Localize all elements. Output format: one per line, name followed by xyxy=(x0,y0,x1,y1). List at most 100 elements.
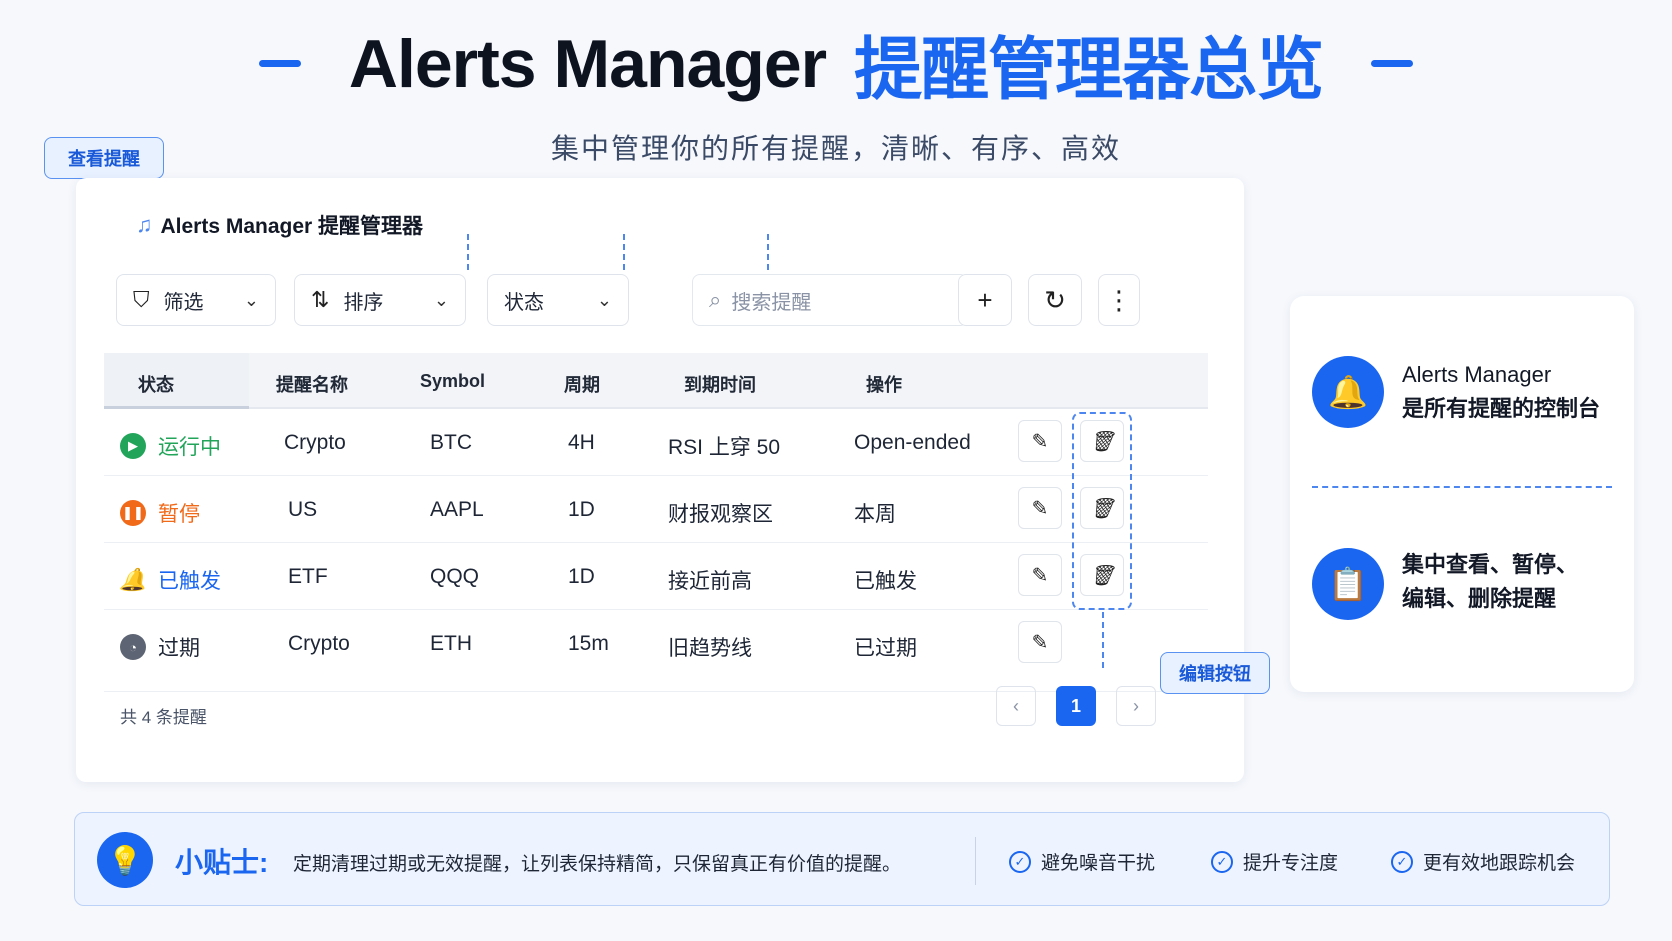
tip-bullet: ✓ 提升专注度 xyxy=(1211,848,1338,875)
edit-buttons-highlight xyxy=(1072,412,1132,610)
edit-button[interactable]: ✎ xyxy=(1018,420,1062,462)
alert-name: Crypto xyxy=(284,431,346,454)
page-subtitle: 集中管理你的所有提醒，清晰、有序、高效 xyxy=(550,133,1121,164)
pencil-icon: ✎ xyxy=(1031,564,1049,587)
alert-period: 1D xyxy=(568,565,595,588)
title-zh: 提醒管理器总览 xyxy=(854,32,1324,108)
sort-connector xyxy=(623,234,625,270)
clock-icon: ◔ xyxy=(120,634,146,660)
table-row[interactable]: 🔔 已触发 ETF QQQ 1D 接近前高 已触发 ✎ 🗑 xyxy=(104,543,1208,610)
tip-label: 小贴士: xyxy=(175,847,269,878)
more-vertical-icon: ⋮ xyxy=(1106,284,1132,315)
chevron-down-icon: ⌄ xyxy=(243,289,259,310)
alert-name: Crypto xyxy=(288,632,350,655)
alert-symbol: QQQ xyxy=(430,565,480,588)
alert-expiry: 已过期 xyxy=(854,637,917,660)
alert-period: 4H xyxy=(568,431,595,454)
callout-view-alerts: 查看提醒 xyxy=(44,137,164,179)
edit-connector xyxy=(1102,612,1104,668)
page-number-button[interactable]: 1 xyxy=(1056,686,1096,726)
alert-condition: 财报观察区 xyxy=(668,503,773,526)
check-circle-icon: ✓ xyxy=(1391,850,1413,873)
edit-button[interactable]: ✎ xyxy=(1018,621,1062,663)
alert-symbol: AAPL xyxy=(430,498,484,521)
check-circle-icon: ✓ xyxy=(1211,850,1233,873)
alert-name: ETF xyxy=(288,565,328,588)
chevron-right-icon: › xyxy=(1133,695,1139,716)
lightbulb-icon: 💡 xyxy=(97,832,153,888)
tip-bullet: ✓ 避免噪音干扰 xyxy=(1009,848,1155,875)
panel-title: ♫ Alerts Manager 提醒管理器 xyxy=(136,212,424,238)
bell-icon: 🔔 xyxy=(119,567,147,592)
filter-icon: ⛉ xyxy=(133,287,150,312)
alert-condition: RSI 上穿 50 xyxy=(668,436,781,459)
refresh-button[interactable]: ↻ xyxy=(1028,274,1082,326)
total-count: 共 4 条提醒 xyxy=(120,708,207,727)
more-menu-button[interactable]: ⋮ xyxy=(1098,274,1140,326)
alert-expiry: 本周 xyxy=(854,503,896,526)
add-alert-button[interactable]: + xyxy=(958,274,1012,326)
status-dropdown[interactable]: 状态 ⌄ xyxy=(487,274,629,326)
table-header: 状态 提醒名称 Symbol 周期 到期时间 操作 xyxy=(104,353,1208,409)
sort-icon: ⇅ xyxy=(311,287,330,312)
callout-edit-button: 编辑按钮 xyxy=(1160,652,1270,694)
chevron-down-icon: ⌄ xyxy=(596,289,612,310)
column-header: 提醒名称 xyxy=(276,375,348,395)
table-row[interactable]: ◔ 过期 Crypto ETH 15m 旧趋势线 已过期 ✎ xyxy=(104,610,1208,692)
alert-expiry: 已触发 xyxy=(854,570,917,593)
alert-symbol: BTC xyxy=(430,431,472,454)
sort-dropdown[interactable]: ⇅ 排序 ⌄ xyxy=(294,274,466,326)
alerts-panel: ♫ Alerts Manager 提醒管理器 ⛉ 筛选 ⌄ ⇅ 排序 ⌄ 状态 … xyxy=(76,178,1244,782)
tip-bar: 💡 小贴士: 定期清理过期或无效提醒，让列表保持精简，只保留真正有价值的提醒。 … xyxy=(74,812,1610,906)
table-row[interactable]: ▶ 运行中 Crypto BTC 4H RSI 上穿 50 Open-ended… xyxy=(104,409,1208,476)
column-header: 周期 xyxy=(564,375,600,395)
alert-condition: 接近前高 xyxy=(668,570,752,593)
divider xyxy=(1312,486,1612,488)
title-dash-left xyxy=(258,60,301,67)
clipboard-icon: 📋 xyxy=(1312,548,1384,620)
alert-name: US xyxy=(288,498,318,521)
divider xyxy=(975,837,976,885)
tip-text: 定期清理过期或无效提醒，让列表保持精简，只保留真正有价值的提醒。 xyxy=(293,854,902,875)
search-input[interactable]: ⌕ 搜索提醒 xyxy=(692,274,968,326)
title-dash-right xyxy=(1371,60,1414,67)
check-circle-icon: ✓ xyxy=(1009,850,1031,873)
title-en: Alerts Manager xyxy=(348,25,827,102)
alert-expiry: Open-ended xyxy=(854,431,971,454)
pencil-icon: ✎ xyxy=(1031,430,1049,453)
bell-icon: ♫ xyxy=(136,212,153,237)
info-card-text-1: Alerts Manager 是所有提醒的控制台 xyxy=(1402,362,1601,421)
info-card-text-2: 集中查看、暂停、 编辑、删除提醒 xyxy=(1402,552,1579,611)
bell-icon: 🔔 xyxy=(1312,356,1384,428)
alert-period: 15m xyxy=(568,632,609,655)
pause-icon: ❚❚ xyxy=(120,500,146,526)
status-running: ▶ 运行中 xyxy=(120,431,221,461)
status-connector xyxy=(767,234,769,270)
edit-button[interactable]: ✎ xyxy=(1018,554,1062,596)
prev-page-button[interactable]: ‹ xyxy=(996,686,1036,726)
column-header: 操作 xyxy=(866,375,902,395)
column-header: 状态 xyxy=(138,375,174,395)
filter-dropdown[interactable]: ⛉ 筛选 ⌄ xyxy=(116,274,276,326)
column-header: 到期时间 xyxy=(684,375,756,395)
filter-connector xyxy=(467,234,469,270)
pencil-icon: ✎ xyxy=(1031,631,1049,654)
status-paused: ❚❚ 暂停 xyxy=(120,498,200,528)
column-header: Symbol xyxy=(420,371,486,391)
edit-button[interactable]: ✎ xyxy=(1018,487,1062,529)
status-triggered: 🔔 已触发 xyxy=(119,567,221,593)
alert-period: 1D xyxy=(568,498,595,521)
pencil-icon: ✎ xyxy=(1031,497,1049,520)
play-icon: ▶ xyxy=(120,433,146,459)
info-card: 🔔 Alerts Manager 是所有提醒的控制台 📋 集中查看、暂停、 编辑… xyxy=(1290,296,1634,692)
refresh-icon: ↻ xyxy=(1044,284,1066,315)
chevron-down-icon: ⌄ xyxy=(433,289,449,310)
alert-symbol: ETH xyxy=(430,632,472,655)
plus-icon: + xyxy=(977,284,993,315)
tip-bullet: ✓ 更有效地跟踪机会 xyxy=(1391,848,1575,875)
next-page-button[interactable]: › xyxy=(1116,686,1156,726)
search-icon: ⌕ xyxy=(709,287,722,312)
table-row[interactable]: ❚❚ 暂停 US AAPL 1D 财报观察区 本周 ✎ 🗑 xyxy=(104,476,1208,543)
page-title: Alerts Manager 提醒管理器总览 xyxy=(258,14,1414,113)
status-expired: ◔ 过期 xyxy=(120,632,200,662)
